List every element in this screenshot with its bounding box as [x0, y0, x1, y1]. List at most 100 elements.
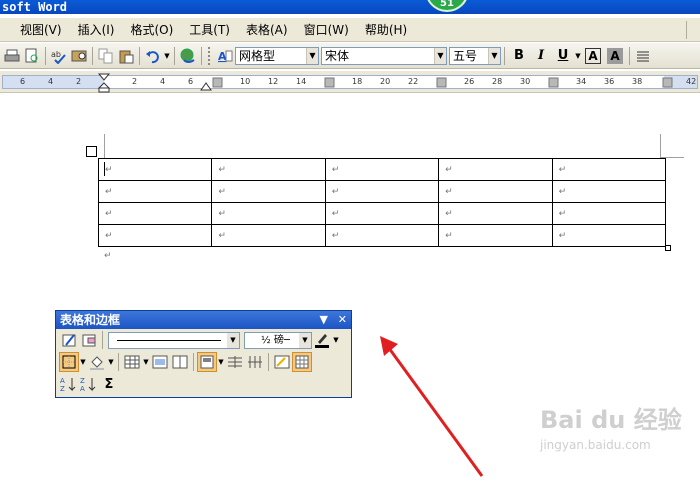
table-cell[interactable]: ↵	[438, 224, 553, 247]
svg-text:Z: Z	[60, 385, 65, 392]
split-cells-icon[interactable]	[170, 352, 190, 372]
table-cell[interactable]: ↵	[324, 202, 440, 225]
table-column-marker-icon[interactable]	[212, 77, 224, 89]
sort-ascending-icon[interactable]: AZ	[59, 374, 79, 394]
print-preview-icon[interactable]	[22, 46, 42, 66]
chevron-down-icon[interactable]: ▼	[306, 47, 318, 64]
menu-tools[interactable]: 工具(T)	[181, 21, 238, 38]
line-style-combo[interactable]: ▼	[108, 331, 240, 349]
table-column-marker-icon[interactable]	[662, 77, 674, 89]
table-cell[interactable]: ↵	[97, 224, 213, 247]
menu-window[interactable]: 窗口(W)	[296, 21, 357, 38]
shading-color-icon[interactable]	[87, 352, 107, 372]
table-cell[interactable]: ↵	[97, 180, 213, 203]
align-justify-icon[interactable]	[633, 46, 653, 66]
chevron-down-icon[interactable]: ▼	[217, 358, 225, 366]
align-top-icon[interactable]	[197, 352, 217, 372]
toolbar-grip-icon[interactable]	[208, 46, 212, 65]
bold-button[interactable]: B	[508, 48, 530, 63]
line-weight-combo[interactable]: ½ 磅─ ▼	[244, 331, 312, 349]
word-table[interactable]: ↵ ↵ ↵ ↵ ↵ ↵ ↵ ↵ ↵ ↵ ↵ ↵ ↵ ↵ ↵ ↵ ↵ ↵ ↵ ↵	[97, 158, 667, 247]
table-column-marker-icon[interactable]	[436, 77, 448, 89]
table-cell[interactable]: ↵	[97, 158, 213, 181]
table-cell[interactable]: ↵	[438, 180, 553, 203]
menu-table[interactable]: 表格(A)	[238, 21, 296, 38]
print-icon[interactable]	[2, 46, 22, 66]
menu-format[interactable]: 格式(O)	[122, 21, 181, 38]
character-border-button[interactable]: A	[585, 47, 601, 64]
chevron-down-icon[interactable]: ▼	[332, 336, 340, 344]
copy-icon[interactable]	[96, 46, 116, 66]
font-size-combo[interactable]: 五号 ▼	[449, 46, 501, 65]
table-cell[interactable]: ↵	[211, 224, 326, 247]
toolbar-separator	[629, 46, 630, 65]
horizontal-ruler[interactable]: 6 4 2 2 4 6 10 12 14 18 20 22 26 28 30 3…	[0, 71, 700, 93]
hyperlink-icon[interactable]	[178, 46, 198, 66]
paragraph-mark: ↵	[104, 251, 112, 261]
toolbar-options-icon[interactable]: ▼	[319, 313, 327, 326]
table-column-marker-icon[interactable]	[324, 77, 336, 89]
toolbar-separator	[201, 46, 202, 65]
table-cell[interactable]: ↵	[551, 158, 667, 181]
table-cell[interactable]: ↵	[324, 158, 440, 181]
show-gridlines-icon[interactable]	[292, 352, 312, 372]
svg-text:ab: ab	[51, 50, 61, 59]
chevron-down-icon[interactable]: ▼	[163, 52, 171, 60]
close-icon[interactable]: ✕	[338, 313, 347, 326]
underline-button[interactable]: U	[552, 48, 574, 63]
autosum-button[interactable]: Σ	[99, 374, 119, 394]
table-cell[interactable]: ↵	[551, 224, 667, 247]
table-cell[interactable]: ↵	[97, 202, 213, 225]
table-cell[interactable]: ↵	[551, 202, 667, 225]
sort-descending-icon[interactable]: ZA	[79, 374, 99, 394]
styles-pane-icon[interactable]: A	[215, 46, 235, 66]
eraser-icon[interactable]	[79, 330, 99, 350]
chevron-down-icon[interactable]: ▼	[227, 332, 239, 348]
chevron-down-icon[interactable]: ▼	[299, 332, 311, 348]
table-cell[interactable]: ↵	[211, 158, 326, 181]
table-autoformat-icon[interactable]	[272, 352, 292, 372]
style-combo[interactable]: 网格型 ▼	[235, 46, 319, 65]
chevron-down-icon[interactable]: ▼	[142, 358, 150, 366]
draw-table-icon[interactable]	[59, 330, 79, 350]
font-combo[interactable]: 宋体 ▼	[321, 46, 447, 65]
table-move-handle[interactable]	[86, 146, 97, 157]
table-cell[interactable]: ↵	[324, 180, 440, 203]
chevron-down-icon[interactable]: ▼	[79, 358, 87, 366]
paste-icon[interactable]	[116, 46, 136, 66]
table-cell[interactable]: ↵	[438, 202, 553, 225]
table-cell[interactable]: ↵	[211, 202, 326, 225]
table-row: ↵ ↵ ↵ ↵ ↵	[97, 180, 667, 203]
distribute-columns-icon[interactable]	[245, 352, 265, 372]
ruler-tick: 20	[380, 77, 391, 86]
outside-border-icon[interactable]	[59, 352, 79, 372]
table-cell[interactable]: ↵	[438, 158, 553, 181]
border-color-icon[interactable]	[312, 330, 332, 350]
chevron-down-icon[interactable]: ▼	[488, 47, 500, 64]
table-cell[interactable]: ↵	[211, 180, 326, 203]
chevron-down-icon[interactable]: ▼	[107, 358, 115, 366]
spelling-icon[interactable]: ab	[49, 46, 69, 66]
research-icon[interactable]	[69, 46, 89, 66]
menu-help[interactable]: 帮助(H)	[357, 21, 415, 38]
tables-borders-toolbar[interactable]: 表格和边框 ▼ ✕ ▼ ½ 磅─ ▼ ▼ ▼ ▼ ▼ ▼ A Z Z A Σ	[55, 310, 352, 398]
margin-corner-mark	[104, 134, 105, 158]
character-shading-button[interactable]: A	[607, 47, 623, 64]
undo-icon[interactable]	[143, 46, 163, 66]
menu-view[interactable]: 视图(V)	[12, 21, 70, 38]
table-cell[interactable]: ↵	[551, 180, 667, 203]
distribute-rows-icon[interactable]	[225, 352, 245, 372]
table-cell[interactable]: ↵	[324, 224, 440, 247]
tables-borders-title-bar[interactable]: 表格和边框 ▼ ✕	[56, 311, 351, 329]
menu-bar: 视图(V) 插入(I) 格式(O) 工具(T) 表格(A) 窗口(W) 帮助(H…	[0, 18, 700, 42]
table-column-marker-icon[interactable]	[548, 77, 560, 89]
ruler-tick: 42	[686, 77, 697, 86]
chevron-down-icon[interactable]: ▼	[434, 47, 446, 64]
table-resize-handle[interactable]	[665, 245, 671, 251]
chevron-down-icon[interactable]: ▼	[574, 52, 582, 60]
menu-insert[interactable]: 插入(I)	[70, 21, 123, 38]
first-line-indent-marker-icon[interactable]	[98, 73, 112, 93]
insert-table-icon[interactable]	[122, 352, 142, 372]
merge-cells-icon[interactable]	[150, 352, 170, 372]
italic-button[interactable]: I	[530, 48, 552, 63]
